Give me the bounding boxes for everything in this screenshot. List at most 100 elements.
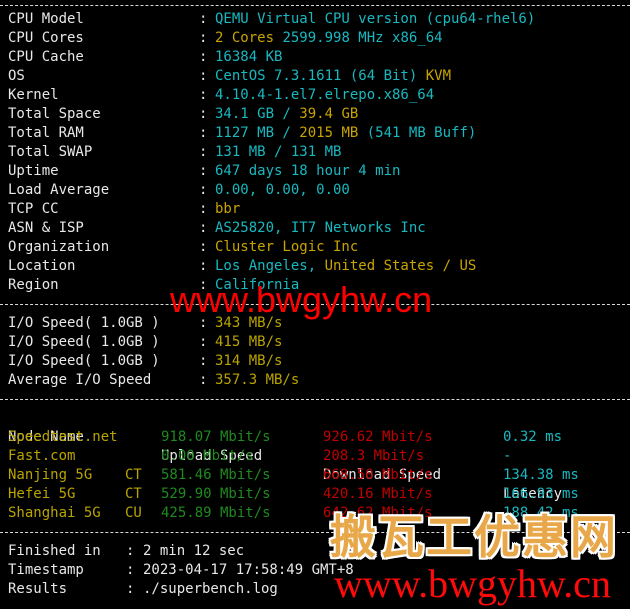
summary-separator: : [126, 562, 135, 578]
summary-separator: : [126, 543, 135, 559]
info-separator: : [199, 106, 208, 122]
info-value: 647 days 18 hour 4 min [215, 162, 400, 181]
summary-separator: : [126, 581, 135, 597]
speedtest-row: Speedtest.net 918.07 Mbit/s 926.62 Mbit/s 0… [8, 428, 630, 447]
upload-speed: 918.07 Mbit/s [161, 429, 271, 445]
io-label: Average I/O Speed [8, 372, 152, 388]
info-value: 4.10.4-1.el7.elrepo.x86_64 [215, 86, 434, 105]
upload-speed: 581.46 Mbit/s [161, 467, 271, 483]
info-value-part: 647 days 18 hour 4 min [215, 163, 401, 179]
info-value: AS25820, IT7 Networks Inc [215, 219, 426, 238]
info-label: Total SWAP [8, 144, 93, 160]
info-value: 2 Cores 2599.998 MHz x86_64 [215, 29, 443, 48]
upload-speed: 0.00 Mbit/s [161, 448, 254, 464]
info-label: Uptime [8, 163, 59, 179]
info-value-part: 2599.998 MHz x86_64 [282, 30, 443, 46]
info-label: Region [8, 277, 59, 293]
io-separator: : [199, 353, 208, 369]
info-value: 1127 MB / 2015 MB (541 MB Buff) [215, 124, 476, 143]
node-isp: CT [125, 467, 142, 483]
separator-line [0, 5, 630, 6]
info-value-part: 39.4 GB [299, 106, 359, 122]
node-name: Nanjing 5G [8, 467, 93, 483]
upload-speed: 529.90 Mbit/s [161, 486, 271, 502]
node-name: Fast.com [8, 448, 76, 464]
info-label: CPU Cores [8, 30, 84, 46]
io-label: I/O Speed( 1.0GB ) [8, 353, 160, 369]
info-label: Total Space [8, 106, 101, 122]
info-label: ASN & ISP [8, 220, 84, 236]
io-label: I/O Speed( 1.0GB ) [8, 334, 160, 350]
node-name: Shanghai 5G [8, 505, 101, 521]
info-value-part: 2015 MB [299, 125, 359, 141]
info-separator: : [199, 30, 208, 46]
node-isp: CT [125, 486, 142, 502]
latency: - [503, 448, 512, 464]
io-label: I/O Speed( 1.0GB ) [8, 315, 160, 331]
latency: 0.32 ms [503, 429, 563, 445]
info-separator: : [199, 182, 208, 198]
io-speed-row: I/O Speed( 1.0GB ):314 MB/s [8, 352, 630, 371]
info-row: CPU Model: QEMU Virtual CPU version (cpu6… [8, 10, 630, 29]
info-row: Organization: Cluster Logic Inc [8, 238, 630, 257]
info-value: 34.1 GB / 39.4 GB [215, 105, 358, 124]
io-separator: : [199, 334, 208, 350]
info-value-part: 16384 KB [215, 49, 283, 65]
info-value: 16384 KB [215, 48, 282, 67]
io-value: 314 MB/s [215, 353, 283, 369]
info-value-part: bbr [215, 201, 241, 217]
info-row: OS: CentOS 7.3.1611 (64 Bit) KVM [8, 67, 630, 86]
summary-value: ./superbench.log [143, 581, 278, 597]
download-speed: 926.62 Mbit/s [323, 429, 433, 445]
watermark-url-bottom: www.bwgyhw.cn [334, 561, 611, 606]
info-label: CPU Model [8, 11, 84, 27]
info-separator: : [199, 201, 208, 217]
io-speed-row: I/O Speed( 1.0GB ):415 MB/s [8, 333, 630, 352]
download-speed: 668.50 Mbit/s [323, 467, 433, 483]
info-separator: : [199, 163, 208, 179]
watermark-brand: 搬瓦工优惠网 [330, 510, 618, 564]
node-name: Hefei 5G [8, 486, 76, 502]
info-row: CPU Cores:2 Cores 2599.998 MHz x86_64 [8, 29, 630, 48]
info-value-part: 34.1 GB / [215, 106, 300, 122]
info-value: Cluster Logic Inc [215, 238, 358, 257]
summary-label: Finished in [8, 543, 101, 559]
info-value-part: 2 Cores [215, 30, 283, 46]
upload-speed: 425.89 Mbit/s [161, 505, 271, 521]
info-value-part: United States / US [324, 258, 477, 274]
info-value-part: KVM [425, 68, 452, 84]
info-separator: : [199, 144, 208, 160]
info-row: Total SWAP:131 MB / 131 MB [8, 143, 630, 162]
info-value-part: AS25820, IT7 Networks Inc [215, 220, 426, 236]
node-isp: CU [125, 505, 142, 521]
info-label: OS [8, 68, 25, 84]
info-separator: : [199, 49, 208, 65]
info-label: Organization [8, 239, 110, 255]
info-separator: : [199, 220, 208, 236]
info-value-part: (541 MB Buff) [358, 125, 477, 141]
info-value-part: QEMU Virtual CPU version (cpu64-rhel6) [215, 11, 536, 27]
summary-value: 2 min 12 sec [143, 543, 245, 559]
info-value-part: 1127 MB / [215, 125, 300, 141]
info-value-part: Los Angeles, [215, 258, 325, 274]
info-value-part: 131 MB / 131 MB [215, 144, 342, 160]
io-value: 357.3 MB/s [215, 372, 300, 388]
info-label: TCP CC [8, 201, 59, 217]
info-separator: : [199, 87, 208, 103]
node-name: Speedtest.net [8, 429, 118, 445]
io-speed-row: Average I/O Speed:357.3 MB/s [8, 371, 630, 390]
info-row: CPU Cache:16384 KB [8, 48, 630, 67]
info-label: Location [8, 258, 76, 274]
io-value: 415 MB/s [215, 334, 283, 350]
info-value: 0.00, 0.00, 0.00 [215, 181, 350, 200]
speedtest-header-row: Node Name Upload Speed Download Speed La… [8, 409, 630, 502]
latency: 166.93 ms [503, 486, 579, 502]
info-row: Load Average:0.00, 0.00, 0.00 [8, 181, 630, 200]
info-separator: : [199, 11, 208, 27]
summary-label: Results [8, 581, 68, 597]
download-speed: 420.16 Mbit/s [323, 486, 433, 502]
info-label: Load Average [8, 182, 110, 198]
info-row: Location: Los Angeles, United States / US [8, 257, 630, 276]
speedtest-row: Hefei 5G CT 529.90 Mbit/s 420.16 Mbit/s 166.… [8, 485, 630, 504]
info-value: CentOS 7.3.1611 (64 Bit) KVM [215, 67, 451, 86]
